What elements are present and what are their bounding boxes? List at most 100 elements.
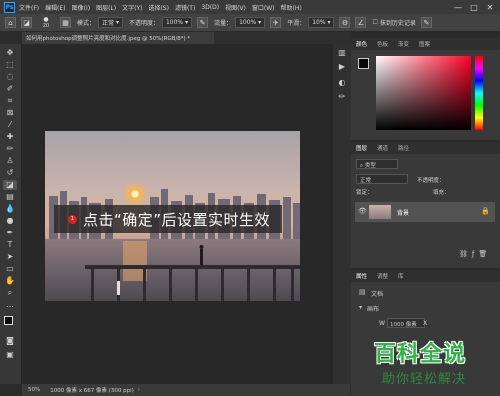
visibility-eye-icon[interactable]: 👁: [358, 207, 367, 215]
layer-filter-value: 类型: [364, 163, 376, 169]
healing-brush-tool-icon[interactable]: ✚: [3, 132, 17, 142]
zoom-tool-icon[interactable]: ⌕: [3, 288, 17, 298]
hand-tool-icon[interactable]: ✋: [3, 276, 17, 286]
eraser-tool-icon[interactable]: ◪: [3, 180, 17, 190]
quick-select-tool-icon[interactable]: ✐: [3, 84, 17, 94]
frame-tool-icon[interactable]: ⊠: [3, 108, 17, 118]
smoothing-options-icon[interactable]: ⚙: [339, 17, 351, 28]
width-label: W: [379, 320, 385, 327]
maximize-button[interactable]: □: [466, 0, 482, 14]
type-tool-icon[interactable]: T: [3, 240, 17, 250]
eraser-tool-icon[interactable]: ◪: [21, 17, 32, 28]
opacity-value: 100%: [165, 19, 184, 26]
color-panel: 颜色 色板 渐变 图案: [351, 38, 500, 140]
layer-filter-select[interactable]: ⌕ 类型: [356, 159, 398, 169]
eyedropper-tool-icon[interactable]: ⁄: [3, 120, 17, 130]
opacity-input[interactable]: 100% ▾: [161, 17, 193, 28]
menu-window[interactable]: 窗口(W): [252, 3, 275, 12]
brush-dot-icon: ●: [43, 16, 49, 23]
adjustments-panel-icon[interactable]: ◐: [335, 78, 349, 88]
minimize-button[interactable]: —: [450, 0, 466, 14]
menu-file[interactable]: 文件(F): [19, 3, 39, 12]
chevron-down-icon[interactable]: ▾: [359, 304, 362, 311]
menu-view[interactable]: 视图(V): [225, 3, 246, 12]
brush-settings-icon[interactable]: ▦: [60, 17, 71, 28]
tab-libraries[interactable]: 库: [393, 272, 409, 280]
blend-mode-select[interactable]: 正常: [356, 174, 408, 184]
tab-properties[interactable]: 属性: [351, 272, 372, 280]
properties-doc-label: 文档: [371, 291, 384, 298]
chevron-right-icon[interactable]: ›: [138, 387, 140, 393]
x-label: X: [423, 320, 428, 327]
color-picker-field[interactable]: [376, 56, 471, 130]
photoshop-logo: Ps: [4, 1, 15, 13]
marquee-tool-icon[interactable]: ⬚: [3, 60, 17, 70]
lock-label: 锁定：: [356, 190, 373, 196]
tab-color[interactable]: 颜色: [351, 40, 372, 48]
history-panel-icon[interactable]: ▥: [335, 48, 349, 58]
document-tab[interactable]: 如何用photoshop调整照片亮度和对比度.jpeg @ 50%(RGB/8*…: [22, 32, 214, 44]
more-tools-icon[interactable]: …: [3, 300, 17, 310]
blur-tool-icon[interactable]: 💧: [3, 204, 17, 214]
mode-label: 模式：: [77, 20, 96, 27]
menu-image[interactable]: 图像(I): [72, 3, 90, 12]
mode-select[interactable]: 正常 ▾: [98, 17, 123, 28]
tab-gradients[interactable]: 渐变: [393, 40, 414, 48]
actions-panel-icon[interactable]: ▶: [335, 62, 349, 72]
dodge-tool-icon[interactable]: ●: [3, 216, 17, 226]
close-window-button[interactable]: ✕: [482, 0, 498, 14]
tab-paths[interactable]: 路径: [393, 144, 414, 152]
lasso-tool-icon[interactable]: ◌: [3, 72, 17, 82]
menu-layer[interactable]: 图层(L): [96, 3, 116, 12]
foreground-color-swatch[interactable]: [4, 316, 13, 325]
tab-patterns[interactable]: 图案: [414, 40, 435, 48]
width-input[interactable]: 1000 像素: [387, 318, 425, 328]
erase-to-history-checkbox[interactable]: ☐: [372, 19, 377, 26]
tab-swatches[interactable]: 色板: [372, 40, 393, 48]
screen-mode-icon[interactable]: ▣: [3, 350, 17, 360]
quick-mask-icon[interactable]: ◙: [3, 336, 17, 346]
pressure-opacity-icon[interactable]: ✎: [197, 17, 209, 28]
pressure-size-icon[interactable]: ✎: [420, 17, 432, 28]
hue-slider[interactable]: [475, 56, 483, 130]
panel-foreground-swatch[interactable]: [358, 58, 369, 69]
clone-stamp-tool-icon[interactable]: ♙: [3, 156, 17, 166]
airbrush-icon[interactable]: ✈: [270, 17, 282, 28]
angle-icon[interactable]: ∠: [355, 17, 367, 28]
move-tool-icon[interactable]: ✥: [3, 48, 17, 58]
chevron-down-icon: ▾: [258, 19, 262, 26]
tab-channels[interactable]: 通道: [372, 144, 393, 152]
rectangle-tool-icon[interactable]: ▭: [3, 264, 17, 274]
status-bar: 50% 1000 像素 x 667 像素 (300 ppi) ›: [22, 384, 350, 396]
menu-filter[interactable]: 滤镜(T): [175, 3, 195, 12]
trash-icon[interactable]: 🗑: [478, 250, 491, 258]
brush-panel-icon[interactable]: ✏: [335, 92, 349, 102]
tab-adjustments[interactable]: 调整: [372, 272, 393, 280]
color-panel-tabs: 颜色 色板 渐变 图案: [351, 38, 500, 50]
flow-input[interactable]: 100% ▾: [235, 17, 266, 28]
pen-tool-icon[interactable]: ✒: [3, 228, 17, 238]
zoom-level[interactable]: 50%: [28, 387, 40, 393]
smoothing-input[interactable]: 10% ▾: [308, 17, 335, 28]
gradient-tool-icon[interactable]: ▤: [3, 192, 17, 202]
menu-3d[interactable]: 3D(D): [201, 4, 219, 11]
link-layers-icon[interactable]: ⛓: [459, 250, 472, 258]
menu-edit[interactable]: 编辑(E): [45, 3, 65, 12]
options-bar: ⌂ ◪ ● 20 ▦ 模式： 正常 ▾ 不透明度： 100% ▾ ✎ 流量： 1…: [0, 14, 500, 32]
tab-layers[interactable]: 图层: [351, 144, 372, 152]
home-icon[interactable]: ⌂: [5, 17, 16, 28]
brush-tool-icon[interactable]: ✏: [3, 144, 17, 154]
menu-select[interactable]: 选择(S): [148, 3, 169, 12]
menu-type[interactable]: 文字(Y): [122, 3, 142, 12]
collapsed-panels-strip: ▥ ▶ ◐ ✏: [333, 44, 351, 384]
layer-opacity-label: 不透明度：: [417, 178, 445, 184]
smoothing-value: 10%: [312, 19, 326, 26]
menu-help[interactable]: 帮助(H): [281, 3, 302, 12]
document-tab-title: 如何用photoshop调整照片亮度和对比度.jpeg @ 50%(RGB/8*…: [26, 36, 191, 42]
brush-preset-picker[interactable]: ● 20: [37, 16, 55, 29]
watermark-title: 百科全说: [374, 342, 467, 367]
crop-tool-icon[interactable]: ⌗: [3, 96, 17, 106]
path-select-tool-icon[interactable]: ➤: [3, 252, 17, 262]
layer-row-background[interactable]: 👁 背景 🔒: [355, 202, 495, 222]
history-brush-tool-icon[interactable]: ↺: [3, 168, 17, 178]
